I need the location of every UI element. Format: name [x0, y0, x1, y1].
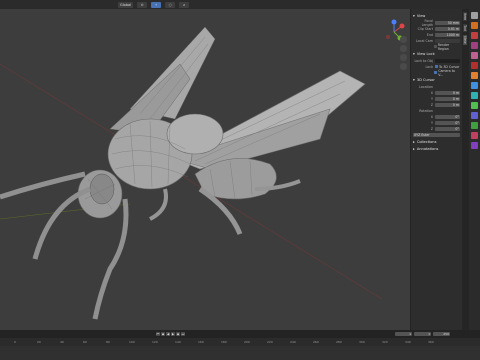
view-lock-section-header[interactable]: ▾ View Lock [413, 52, 460, 56]
ruler-tick: 300 [359, 340, 365, 344]
cursor-rotation-z[interactable]: 0° [435, 126, 460, 131]
ruler-tick: 340 [405, 340, 411, 344]
ruler-tick: 0 [14, 340, 16, 344]
cursor-location-x[interactable]: 0 m [435, 90, 460, 95]
viewport-header: Global ⊙ ⌖ ○ ∧ [0, 0, 480, 9]
physics-icon[interactable] [471, 102, 478, 109]
camera-to-view-checkbox[interactable] [434, 71, 438, 74]
constraints-icon[interactable] [471, 112, 478, 119]
ruler-tick: 120 [152, 340, 158, 344]
ruler-tick: 60 [83, 340, 87, 344]
ruler-tick: 200 [244, 340, 250, 344]
end-frame-field[interactable]: 250 [433, 332, 450, 336]
pan-icon[interactable] [400, 45, 407, 52]
timeline-track-area[interactable] [0, 346, 480, 360]
ruler-tick: 220 [267, 340, 273, 344]
start-frame-field[interactable]: 1 [414, 332, 431, 336]
tab-view[interactable]: View [463, 35, 467, 46]
sidebar-tabs: Item Tool View [462, 9, 469, 330]
rotation-mode-dropdown[interactable]: XYZ Euler [413, 132, 460, 137]
snap-icon[interactable]: ⌖ [151, 1, 162, 8]
object-properties-icon[interactable] [471, 72, 478, 79]
ruler-tick: 20 [37, 340, 41, 344]
ruler-tick: 100 [129, 340, 135, 344]
3d-viewport[interactable] [0, 9, 382, 330]
falloff-icon[interactable]: ∧ [179, 1, 190, 8]
clip-end-field[interactable]: 1000 m [435, 32, 460, 37]
particles-icon[interactable] [471, 92, 478, 99]
timeline-editor[interactable]: ⏮ ◆ ◀ ▶ ◆ ⏭ 1 1 250 0 20 40 60 80 100 12… [0, 330, 480, 360]
cursor-location-y[interactable]: 0 m [435, 96, 460, 101]
cursor-rotation-x[interactable]: 0° [435, 114, 460, 119]
wasp-model [0, 26, 382, 320]
current-frame-field[interactable]: 1 [395, 332, 412, 336]
modifier-properties-icon[interactable] [471, 82, 478, 89]
prev-keyframe-icon[interactable]: ◆ [161, 332, 165, 336]
camera-view-icon[interactable] [400, 54, 407, 61]
scene-properties-icon[interactable] [471, 52, 478, 59]
cursor-location-z[interactable]: 0 m [435, 102, 460, 107]
annotations-section-header[interactable]: ▸ Annotations [413, 147, 460, 151]
sidebar-n-panel: ▾ View Focal Length 50 mm Clip Start 0.01 m… [410, 9, 462, 330]
output-properties-icon[interactable] [471, 32, 478, 39]
play-icon[interactable]: ▶ [171, 332, 175, 336]
viewport-nav-buttons [400, 36, 408, 72]
render-properties-icon[interactable] [471, 22, 478, 29]
ruler-tick: 140 [175, 340, 181, 344]
ruler-tick: 240 [290, 340, 296, 344]
play-reverse-icon[interactable]: ◀ [166, 332, 170, 336]
ruler-tick: 40 [60, 340, 64, 344]
tab-item[interactable]: Item [463, 12, 467, 22]
data-properties-icon[interactable] [471, 122, 478, 129]
pivot-icon[interactable]: ⊙ [137, 1, 148, 8]
material-properties-icon[interactable] [471, 132, 478, 139]
ruler-tick: 160 [198, 340, 204, 344]
zoom-icon[interactable] [400, 36, 407, 43]
properties-tab-strip [469, 9, 480, 330]
view-layer-icon[interactable] [471, 42, 478, 49]
transform-orientation-dropdown[interactable]: Global [118, 1, 134, 8]
cursor-rotation-y[interactable]: 0° [435, 120, 460, 125]
view-section-header[interactable]: ▾ View [413, 14, 460, 18]
3d-cursor-section-header[interactable]: ▾ 3D Cursor [413, 78, 460, 82]
x-axis-icon[interactable] [399, 23, 405, 29]
tool-settings-icon[interactable] [471, 12, 478, 19]
ruler-tick: 180 [221, 340, 227, 344]
clip-start-field[interactable]: 0.01 m [435, 26, 460, 31]
focal-length-field[interactable]: 50 mm [435, 20, 460, 25]
next-keyframe-icon[interactable]: ◆ [176, 332, 180, 336]
z-axis-icon[interactable] [391, 19, 397, 25]
perspective-toggle-icon[interactable] [400, 63, 407, 70]
tab-tool[interactable]: Tool [463, 24, 467, 33]
collections-section-header[interactable]: ▸ Collections [413, 140, 460, 144]
ruler-tick: 80 [106, 340, 110, 344]
render-region-checkbox[interactable] [434, 45, 437, 48]
proportional-edit-icon[interactable]: ○ [165, 1, 176, 8]
jump-start-icon[interactable]: ⏮ [156, 332, 160, 336]
neg-x-axis-icon[interactable] [386, 35, 390, 39]
ruler-tick: 320 [382, 340, 388, 344]
texture-properties-icon[interactable] [471, 142, 478, 149]
playback-controls: ⏮ ◆ ◀ ▶ ◆ ⏭ 1 1 250 [0, 330, 480, 338]
ruler-tick: 260 [313, 340, 319, 344]
ruler-tick: 360 [428, 340, 434, 344]
jump-end-icon[interactable]: ⏭ [181, 332, 185, 336]
world-properties-icon[interactable] [471, 62, 478, 69]
ruler-tick: 280 [336, 340, 342, 344]
lock-object-field[interactable] [435, 58, 460, 63]
